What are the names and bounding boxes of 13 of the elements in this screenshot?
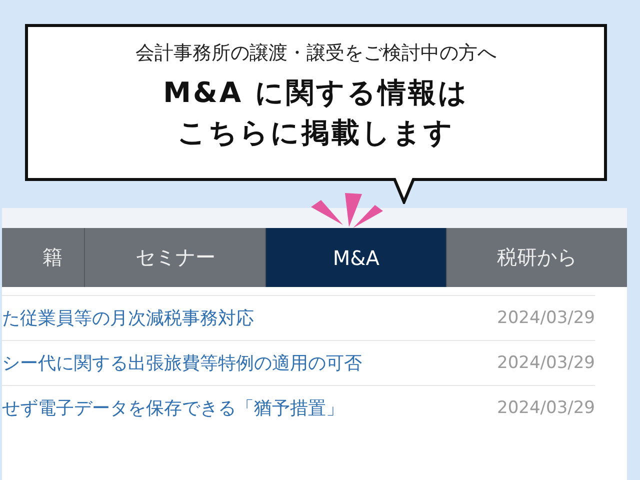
article-link[interactable]: シー代に関する出張旅費等特例の適用の可否 — [2, 351, 362, 375]
banner-subtitle: 会計事務所の譲渡・譲受をご検討中の方へ — [134, 41, 498, 66]
nav-tab[interactable]: セミナー — [84, 228, 266, 287]
article-date: 2024/03/29 — [497, 308, 595, 328]
article-date: 2024/03/29 — [497, 353, 595, 373]
article-link[interactable]: せず電子データを保存できる「猶予措置」 — [2, 396, 344, 420]
nav-tab[interactable]: 籍 — [2, 228, 84, 287]
nav-tab[interactable]: 税研から — [446, 228, 628, 287]
banner-headline: M&A に関する情報は — [162, 75, 470, 111]
article-date: 2024/03/29 — [497, 398, 595, 418]
banner-headline: こちらに掲載します — [176, 115, 456, 151]
nav-tab[interactable]: M&A — [265, 228, 446, 287]
article-link[interactable]: た従業員等の月次減税事務対応 — [2, 306, 254, 330]
